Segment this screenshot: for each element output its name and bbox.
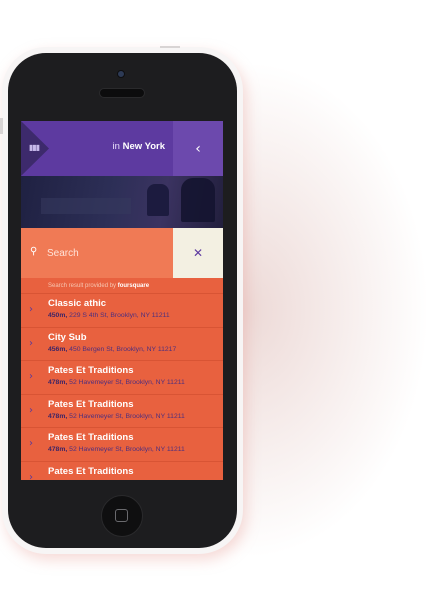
clear-search-button[interactable]: ✕ (173, 228, 223, 278)
result-distance: 478m, (48, 412, 68, 420)
menu-button[interactable]: ▮▮▮ (21, 121, 49, 176)
search-bar: ⚲ ✕ (21, 228, 223, 278)
provider-text: Search result provided by (48, 283, 117, 289)
chevron-left-icon: ‹ (195, 140, 201, 157)
chevron-right-icon: › (29, 337, 33, 349)
list-item[interactable]: › Pates Et Traditions 478m, 52 Havemeyer S… (21, 393, 223, 428)
result-meta: 478m, 52 Havemeyer St, Brooklyn, NY 1121… (48, 379, 185, 386)
chevron-right-icon: › (29, 404, 33, 416)
result-address: 52 Havemeyer St, Brooklyn, NY 11211 (69, 412, 185, 420)
result-name: Pates Et Traditions (48, 398, 134, 410)
home-button[interactable] (101, 495, 143, 537)
result-distance: 456m, (48, 345, 68, 353)
result-name: City Sub (48, 331, 87, 343)
search-input[interactable] (47, 243, 167, 263)
result-meta: 478m, 52 Havemeyer St, Brooklyn, NY 1121… (48, 413, 185, 420)
result-address: 450 Bergen St, Brooklyn, NY 11217 (69, 345, 177, 353)
result-address: 229 S 4th St, Brooklyn, NY 11211 (69, 312, 170, 319)
result-name: Pates Et Traditions (48, 432, 134, 443)
results-list: › Classic athic 450m, 229 S 4th St, Brookl… (21, 293, 223, 480)
list-item[interactable]: › Pates Et Traditions 478m, 52 Havemeyer S… (21, 427, 223, 461)
result-meta: 450m, 229 S 4th St, Brooklyn, NY 11211 (48, 312, 170, 319)
result-name: Pates Et Traditions (48, 365, 134, 376)
app-screen: ▮▮▮ in New York ‹ ⚲ ✕ Search result prov… (21, 121, 223, 480)
phone-top-button (160, 46, 180, 48)
close-icon: ✕ (192, 246, 204, 260)
result-distance: 478m, (48, 379, 68, 386)
chevron-right-icon: › (29, 438, 33, 449)
list-item[interactable]: › Pates Et Traditions (21, 460, 223, 481)
menu-icon: ▮▮▮ (29, 143, 40, 152)
result-address: 52 Havemeyer St, Brooklyn, NY 11211 (69, 446, 185, 453)
home-square-icon (115, 509, 128, 522)
provider-credit: Search result provided by foursquare (48, 283, 149, 289)
front-camera (117, 70, 125, 78)
chevron-right-icon: › (29, 371, 33, 382)
back-button[interactable]: ‹ (173, 121, 223, 176)
search-icon: ⚲ (30, 246, 38, 257)
speaker-grille (99, 88, 145, 98)
title-city: New York (122, 141, 165, 152)
list-item[interactable]: › Classic athic 450m, 229 S 4th St, Brookl… (21, 293, 223, 327)
header-photo (21, 176, 223, 228)
chevron-right-icon: › (29, 304, 33, 315)
result-address: 52 Havemeyer St, Brooklyn, NY 11211 (69, 379, 185, 386)
page-title: in New York (113, 141, 165, 152)
title-prefix: in (112, 141, 120, 152)
result-meta: 478m, 52 Havemeyer St, Brooklyn, NY 1121… (48, 446, 185, 453)
result-meta: 456m, 450 Bergen St, Brooklyn, NY 11217 (48, 346, 176, 353)
result-name: Pates Et Traditions (48, 465, 134, 477)
provider-brand: foursquare (117, 283, 150, 289)
top-bar: ▮▮▮ in New York ‹ (21, 121, 223, 176)
list-item[interactable]: › City Sub 456m, 450 Bergen St, Brooklyn, … (21, 326, 223, 361)
result-distance: 478m, (48, 446, 68, 453)
phone-side-button (0, 118, 3, 134)
result-distance: 450m, (48, 312, 68, 319)
list-item[interactable]: › Pates Et Traditions 478m, 52 Havemeyer S… (21, 360, 223, 394)
result-name: Classic athic (48, 298, 107, 309)
chevron-right-icon: › (29, 471, 33, 481)
